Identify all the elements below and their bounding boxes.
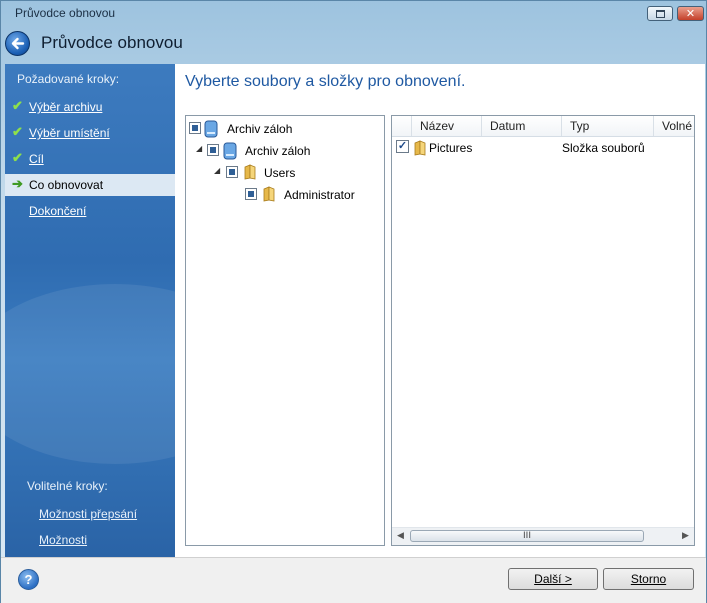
list-header: Název Datum Typ Volné (392, 116, 694, 137)
tree-node-label: Archiv záloh (227, 122, 293, 136)
current-step-arrow-icon: ➔ (12, 176, 23, 191)
optional-steps-label: Volitelné kroky: (27, 479, 108, 493)
expand-arrow-icon[interactable]: ◢ (214, 166, 220, 175)
required-steps-label: Požadované kroky: (17, 72, 120, 86)
sidebar-item-label: Dokončení (29, 204, 87, 218)
overwrite-options-link[interactable]: Možnosti přepsání (39, 507, 137, 521)
row-checkbox[interactable]: ✓ (396, 140, 409, 153)
column-header-name[interactable]: Název (412, 116, 482, 136)
sidebar-item-label: Cíl (29, 152, 44, 166)
next-button[interactable]: Další > (508, 568, 598, 590)
cancel-button-label: Storno (630, 572, 667, 586)
horizontal-scrollbar[interactable]: ◀ III ▶ (392, 527, 694, 545)
steps-sidebar: Požadované kroky: ✔ Výběr archivu ✔ Výbě… (5, 64, 175, 557)
row-type: Složka souborů (562, 141, 645, 155)
column-header-type[interactable]: Typ (562, 116, 654, 136)
column-header-date[interactable]: Datum (482, 116, 562, 136)
drive-icon (204, 120, 218, 138)
folder-icon (244, 164, 256, 180)
checkmark-icon: ✔ (12, 124, 23, 139)
row-name: Pictures (429, 141, 473, 155)
scroll-left-icon[interactable]: ◀ (397, 531, 404, 541)
wizard-footer: ? Další > Storno (1, 557, 706, 603)
content-pane: Vyberte soubory a složky pro obnovení. A… (175, 64, 705, 557)
tree-checkbox[interactable] (245, 188, 257, 200)
sidebar-item-label: Co obnovovat (29, 178, 104, 192)
expand-arrow-icon[interactable]: ◢ (196, 144, 202, 153)
column-header-free[interactable]: Volné (654, 116, 694, 136)
checkmark-icon: ✔ (12, 98, 23, 113)
close-button[interactable]: ✕ (677, 6, 704, 21)
back-arrow-icon (11, 37, 25, 50)
sidebar-decoration (5, 284, 175, 464)
next-button-label: Další > (534, 572, 572, 586)
back-button[interactable] (5, 31, 30, 56)
sidebar-item-finish[interactable]: Dokončení (5, 200, 175, 222)
restore-button[interactable] (647, 6, 673, 21)
wizard-window: Průvodce obnovou ✕ Průvodce obnovou Poža… (0, 0, 707, 603)
folder-icon (414, 140, 426, 156)
tree-node-label: Users (264, 166, 296, 180)
cancel-button[interactable]: Storno (603, 568, 694, 590)
sidebar-item-location-selection[interactable]: ✔ Výběr umístění (5, 122, 175, 144)
help-button[interactable]: ? (18, 569, 39, 590)
scrollbar-thumb[interactable]: III (410, 530, 644, 542)
window-title: Průvodce obnovou (15, 6, 116, 20)
folder-tree[interactable]: Archiv záloh ◢ Archiv záloh ◢ Users Admi… (185, 115, 385, 546)
title-bar: Průvodce obnovou ✕ (1, 1, 706, 25)
tree-node-label: Archiv záloh (245, 144, 311, 158)
tree-node-label: Administrator (284, 188, 355, 202)
wizard-header: Průvodce obnovou (1, 25, 706, 63)
checkmark-icon: ✔ (12, 150, 23, 165)
content-title: Vyberte soubory a složky pro obnovení. (185, 73, 466, 90)
folder-icon (263, 186, 275, 202)
sidebar-item-target[interactable]: ✔ Cíl (5, 148, 175, 170)
tree-checkbox[interactable] (189, 122, 201, 134)
tree-checkbox[interactable] (226, 166, 238, 178)
scroll-right-icon[interactable]: ▶ (682, 531, 689, 541)
table-row[interactable]: ✓ Pictures Složka souborů (392, 138, 694, 158)
drive-icon (223, 142, 237, 160)
sidebar-item-label: Výběr umístění (29, 126, 110, 140)
tree-checkbox[interactable] (207, 144, 219, 156)
file-list[interactable]: Název Datum Typ Volné ✓ Pictures Složka … (391, 115, 695, 546)
sidebar-item-what-to-recover[interactable]: ➔ Co obnovovat (5, 174, 175, 196)
sidebar-item-label: Výběr archivu (29, 100, 103, 114)
wizard-title: Průvodce obnovou (41, 33, 183, 52)
options-link[interactable]: Možnosti (39, 533, 87, 547)
sidebar-item-archive-selection[interactable]: ✔ Výběr archivu (5, 96, 175, 118)
column-header-checkbox[interactable] (392, 116, 412, 136)
